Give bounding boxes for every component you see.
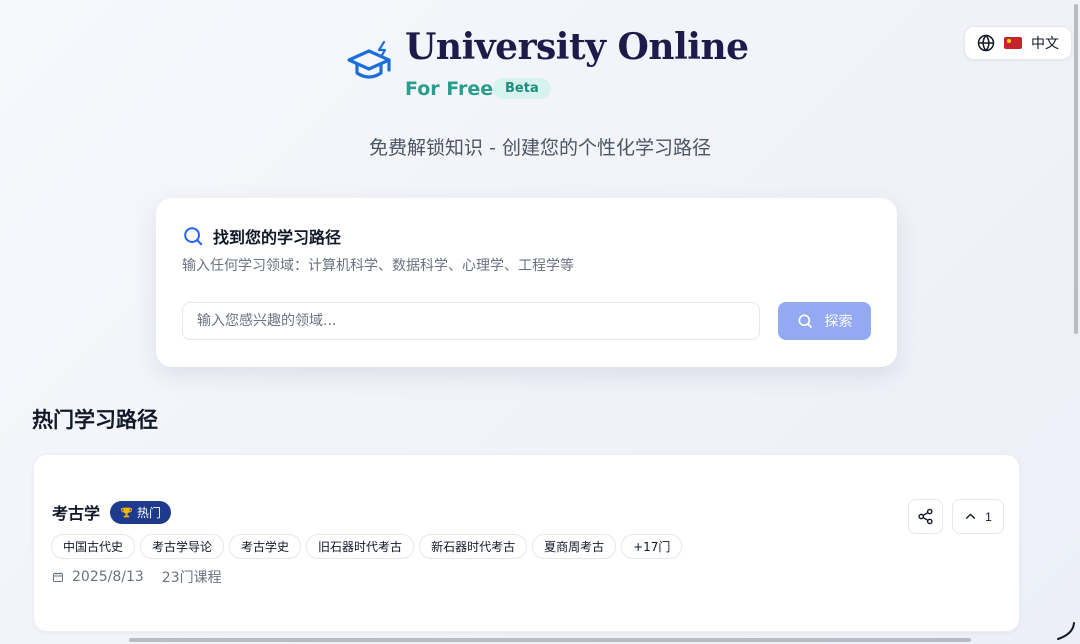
vertical-scrollbar[interactable]	[1074, 4, 1078, 334]
brand-subtitle: For Free	[405, 78, 494, 100]
course-tag[interactable]: 夏商周考古	[532, 534, 617, 559]
search-card: 找到您的学习路径 输入任何学习领域：计算机科学、数据科学、心理学、工程学等 探索	[156, 198, 897, 367]
explore-button[interactable]: 探索	[778, 302, 871, 340]
hot-badge-label: 热门	[137, 505, 162, 520]
upvote-button[interactable]: 1	[952, 499, 1004, 534]
course-tag[interactable]: 旧石器时代考古	[306, 534, 415, 559]
path-date: 2025/8/13	[72, 569, 144, 585]
language-label: 中文	[1031, 36, 1059, 52]
search-icon	[798, 314, 812, 328]
search-icon	[184, 227, 203, 246]
course-tag[interactable]: 中国古代史	[51, 534, 136, 559]
chevron-up-icon	[966, 513, 976, 519]
learning-path-card[interactable]: 考古学 热门 中国古代史 考古学导论 考古学史 旧石器时代考古 新石器时代考古 …	[33, 454, 1020, 632]
path-name: 考古学	[52, 504, 101, 523]
graduation-cap-icon	[347, 40, 391, 79]
share-icon	[918, 508, 933, 525]
hot-badge: 热门	[110, 500, 172, 524]
horizontal-scrollbar[interactable]	[129, 638, 971, 642]
upvote-count: 1	[985, 509, 992, 524]
calendar-icon	[53, 572, 63, 582]
trophy-icon	[121, 507, 132, 517]
explore-button-label: 探索	[824, 314, 853, 330]
path-header: 考古学 热门	[52, 500, 172, 524]
globe-icon	[977, 34, 995, 52]
course-count: 23门课程	[161, 570, 222, 586]
resize-grip-icon[interactable]	[1055, 620, 1077, 642]
course-tag[interactable]: 考古学史	[229, 534, 302, 559]
search-card-description: 输入任何学习领域：计算机科学、数据科学、心理学、工程学等	[182, 258, 574, 274]
share-button[interactable]	[908, 499, 943, 534]
brand-title: University Online	[405, 26, 749, 68]
china-flag-icon	[1004, 37, 1022, 49]
tagline: 免费解锁知识 - 创建您的个性化学习路径	[369, 137, 711, 159]
path-meta: 2025/8/13 23门课程	[52, 567, 222, 587]
beta-badge: Beta	[493, 78, 551, 99]
section-title: 热门学习路径	[32, 408, 158, 432]
more-courses-tag[interactable]: +17门	[621, 534, 683, 559]
search-input[interactable]	[182, 302, 760, 340]
search-card-title: 找到您的学习路径	[213, 228, 342, 247]
search-card-header: 找到您的学习路径	[182, 224, 341, 248]
course-tag[interactable]: 新石器时代考古	[419, 534, 528, 559]
course-tags: 中国古代史 考古学导论 考古学史 旧石器时代考古 新石器时代考古 夏商周考古 +…	[51, 534, 683, 559]
course-tag[interactable]: 考古学导论	[140, 534, 225, 559]
language-switch-button[interactable]: 中文	[964, 26, 1072, 60]
